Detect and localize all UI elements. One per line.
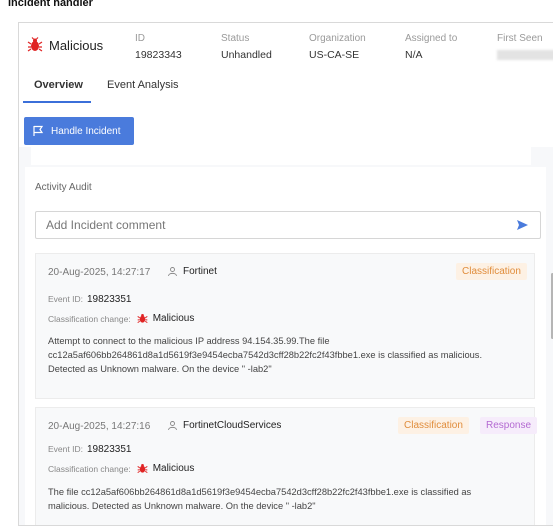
entry-classification-change: Classification change: Malicious: [48, 463, 195, 474]
bug-icon: [137, 464, 148, 474]
tab-overview[interactable]: Overview: [34, 79, 83, 91]
header-col-assigned: Assigned to N/A: [405, 33, 458, 61]
activity-audit: Activity Audit 20-Aug-2025, 14:27:17 For…: [25, 167, 546, 525]
header-col-status: Status Unhandled: [221, 33, 272, 61]
entry-user: Fortinet: [168, 266, 217, 277]
user-icon: [168, 267, 177, 276]
incident-title: Malicious: [27, 37, 103, 53]
active-tab-indicator: [23, 101, 91, 103]
classification-badge: Classification: [456, 263, 527, 280]
content-strip: [31, 147, 531, 165]
entry-timestamp: 20-Aug-2025, 14:27:16: [48, 421, 151, 432]
activity-entry: 20-Aug-2025, 14:27:16 FortinetCloudServi…: [35, 407, 538, 525]
redacted-value: [497, 50, 553, 60]
response-badge: Response: [480, 417, 538, 434]
user-icon: [168, 421, 177, 430]
header-col-organization: Organization US-CA-SE: [309, 33, 366, 61]
handle-incident-button[interactable]: Handle Incident: [24, 117, 134, 145]
bug-icon: [137, 314, 148, 324]
send-icon[interactable]: [517, 220, 528, 230]
entry-description: Attempt to connect to the malicious IP a…: [48, 336, 483, 374]
tab-bar: Overview Event Analysis: [19, 71, 553, 103]
header-col-first-seen: First Seen: [497, 33, 553, 60]
comment-input[interactable]: [36, 212, 506, 238]
entry-user: FortinetCloudServices: [168, 420, 281, 431]
activity-entry: 20-Aug-2025, 14:27:17 Fortinet Classific…: [35, 253, 535, 399]
comment-box: [35, 211, 541, 239]
entry-event-id: Event ID: 19823351: [48, 444, 132, 455]
tab-event-analysis[interactable]: Event Analysis: [107, 79, 179, 91]
entry-classification-change: Classification change: Malicious: [48, 313, 195, 324]
entry-description: The file cc12a5af606bb264861d8a1d5619f3e…: [48, 487, 472, 511]
activity-audit-title: Activity Audit: [35, 182, 92, 193]
incident-classification: Malicious: [49, 37, 104, 53]
classification-badge: Classification: [398, 417, 469, 434]
incident-panel: Malicious ID 19823343 Status Unhandled O…: [18, 22, 553, 526]
incident-header: Malicious ID 19823343 Status Unhandled O…: [19, 23, 553, 69]
page-caption: Incident handler: [8, 0, 93, 9]
bug-icon: [27, 37, 43, 52]
entry-event-id: Event ID: 19823351: [48, 294, 132, 305]
flag-icon: [33, 125, 44, 136]
header-col-id: ID 19823343: [135, 33, 182, 61]
entry-timestamp: 20-Aug-2025, 14:27:17: [48, 267, 151, 278]
